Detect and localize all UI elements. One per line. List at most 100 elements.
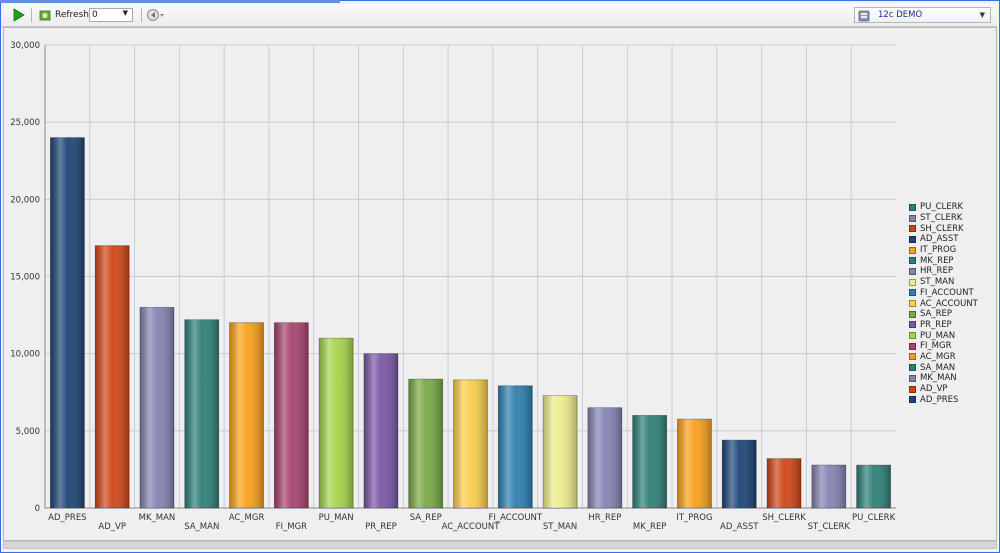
toolbar: Refresh: 0 ▼ 12c DEMO ▼ [1,4,997,27]
bar-shading [408,379,443,508]
legend-item: PU_MAN [909,330,978,341]
legend-label: PR_REP [920,319,952,330]
bar-shading [184,319,219,508]
legend-label: AD_VP [920,384,948,395]
legend-item: SH_CLERK [909,223,978,234]
legend-swatch [909,246,916,254]
legend-label: SH_CLERK [920,223,964,234]
legend-item: AD_ASST [909,234,978,245]
legend-swatch [909,289,916,297]
legend-swatch [909,203,916,211]
legend-swatch [909,310,916,318]
x-tick-label: PU_CLERK [852,513,896,523]
legend-item: AC_MGR [909,352,978,363]
refresh-interval-select[interactable]: 0 ▼ [89,8,133,22]
legend-swatch [909,353,916,361]
legend-item: ST_CLERK [909,213,978,224]
legend-label: AC_MGR [920,351,956,362]
legend-item: FI_MGR [909,341,978,352]
x-tick-label: SA_REP [410,513,442,523]
legend-label: PU_CLERK [920,202,964,213]
legend-swatch [909,235,916,243]
back-circle-icon [147,9,164,21]
legend-label: AC_ACCOUNT [920,298,978,309]
x-tick-label: SA_MAN [184,522,219,532]
y-tick-label: 20,000 [10,195,40,205]
legend-label: ST_CLERK [920,213,963,224]
x-tick-label: ST_MAN [543,522,577,532]
x-tick-label: ST_CLERK [808,522,851,532]
legend-label: HR_REP [920,266,953,277]
bar-shading [632,415,667,508]
legend-swatch [909,332,916,340]
connection-select[interactable]: 12c DEMO ▼ [854,7,991,23]
legend-label: IT_PROG [920,245,957,256]
legend-label: PU_MAN [920,330,956,341]
x-tick-label: PR_REP [365,522,397,532]
refresh-value: 0 [92,10,98,20]
y-tick-label: 30,000 [10,41,40,51]
legend-swatch [909,278,916,286]
bar-chart: 0 5,000 10,000 15,000 20,000 25,000 30,000 AD_P… [10,41,896,532]
chevron-down-icon: ▼ [979,11,985,19]
scrollbar-thumb[interactable] [4,542,996,548]
legend-item: SA_REP [909,309,978,320]
bar-shading [811,465,846,508]
y-tick-label: 15,000 [10,273,40,283]
bar-shading [856,465,891,508]
legend-swatch [909,364,916,372]
legend-item: AC_ACCOUNT [909,298,978,309]
legend-swatch [909,214,916,222]
legend-swatch [909,225,916,233]
bar-shading [139,307,174,508]
x-tick-label: AC_MGR [229,513,265,523]
chart-legend: PU_CLERK ST_CLERK SH_CLERK AD_ASST IT_PROG MK… [909,202,978,405]
y-tick-label: 5,000 [16,427,40,437]
chevron-down-icon: ▼ [122,9,128,17]
toolbar-divider [31,8,32,22]
x-tick-label: HR_REP [588,513,621,523]
connection-name: 12c DEMO [878,10,923,20]
bar-shading [95,245,130,508]
y-tick-label: 25,000 [10,118,40,128]
legend-swatch [909,257,916,265]
legend-swatch [909,396,916,404]
legend-label: SA_REP [920,309,953,320]
legend-label: SA_MAN [920,362,956,373]
x-tick-label: AD_VP [98,522,126,532]
run-button[interactable] [11,7,25,23]
x-tick-label: FI_ACCOUNT [488,513,542,523]
bar-shading [543,395,578,508]
navigate-menu-button[interactable] [146,7,166,23]
x-tick-label: FI_MGR [276,522,308,532]
legend-item: PR_REP [909,320,978,331]
legend-label: AD_ASST [920,234,959,245]
legend-swatch [909,321,916,329]
auto-refresh-control[interactable]: Refresh: [38,7,92,23]
refresh-icon [39,10,51,21]
database-icon [858,10,870,21]
y-tick-label: 0 [35,504,40,514]
bar-shading [677,419,712,508]
legend-item: MK_REP [909,255,978,266]
bar-shading [722,440,757,508]
x-tick-label: AC_ACCOUNT [442,522,501,532]
x-tick-label: AD_PRES [48,513,86,523]
legend-item: MK_MAN [909,373,978,384]
x-tick-label: AD_ASST [720,522,759,532]
legend-item: AD_PRES [909,394,978,405]
bar-shading [453,379,488,508]
x-tick-label: PU_MAN [319,513,354,523]
play-icon [13,8,25,22]
x-tick-label: IT_PROG [676,513,712,523]
bar-shading [587,407,622,508]
legend-swatch [909,385,916,393]
horizontal-scrollbar[interactable] [3,541,997,549]
legend-label: ST_MAN [920,277,955,288]
legend-label: AD_PRES [920,394,959,405]
bar-shading [767,458,802,508]
legend-label: FI_ACCOUNT [920,287,974,298]
legend-item: ST_MAN [909,277,978,288]
bar-shading [229,322,264,508]
legend-item: PU_CLERK [909,202,978,213]
